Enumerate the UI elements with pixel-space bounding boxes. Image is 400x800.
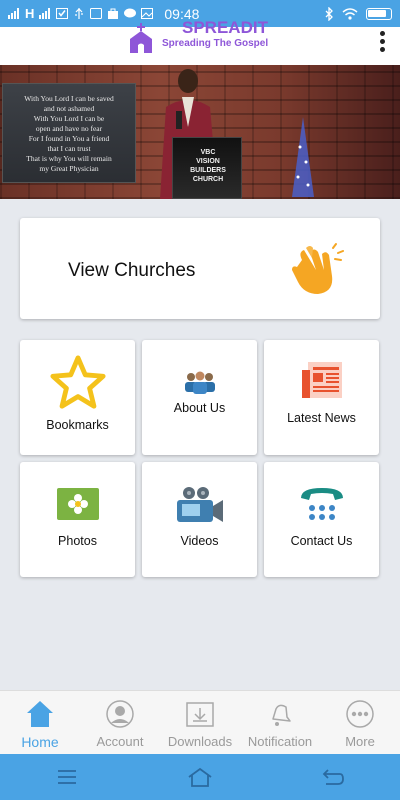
nav-more[interactable]: More xyxy=(320,691,400,754)
newspaper-icon xyxy=(301,362,342,398)
phone-icon xyxy=(300,488,343,520)
pulpit: VBC VISION BUILDERS CHURCH xyxy=(172,137,242,199)
hero-banner: With You Lord I can be saved and not asha… xyxy=(0,65,400,199)
photo-icon xyxy=(56,488,99,520)
nav-home[interactable]: Home xyxy=(0,691,80,754)
nav-account-label: Account xyxy=(96,734,144,749)
nav-account[interactable]: Account xyxy=(80,691,160,754)
star-icon xyxy=(49,355,106,409)
contact-us-tile[interactable]: Contact Us xyxy=(264,462,379,577)
nav-downloads-label: Downloads xyxy=(167,734,233,749)
nav-more-label: More xyxy=(345,734,375,749)
latest-news-tile[interactable]: Latest News xyxy=(264,340,379,455)
app-notification-icon xyxy=(90,8,103,19)
nav-notification[interactable]: Notification xyxy=(240,691,320,754)
checkbox-notification-icon xyxy=(56,8,69,19)
videos-label: Videos xyxy=(180,534,219,548)
clapping-hands-icon xyxy=(292,243,344,294)
app-brand-name: SPREADIT xyxy=(182,18,268,37)
church-icon xyxy=(130,23,152,53)
signal-icon xyxy=(8,8,19,19)
menu-dot xyxy=(379,46,385,52)
projector-screen: With You Lord I can be saved and not asha… xyxy=(2,83,136,183)
videos-tile[interactable]: Videos xyxy=(142,462,257,577)
overflow-menu-button[interactable] xyxy=(376,27,388,55)
nav-home-label: Home xyxy=(21,734,59,750)
about-us-tile[interactable]: About Us xyxy=(142,340,257,455)
nav-downloads[interactable]: Downloads xyxy=(160,691,240,754)
view-churches-card[interactable]: View Churches xyxy=(20,218,380,319)
signal-icon-2 xyxy=(39,8,51,19)
app-tagline: Spreading The Gospel xyxy=(162,38,269,49)
bottom-navigation: Home Account Downloads Notification More xyxy=(0,690,400,754)
battery-icon xyxy=(366,7,392,20)
christmas-tree-icon xyxy=(292,117,314,197)
lyrics-line: That is why You will remain xyxy=(26,154,112,163)
bluetooth-icon xyxy=(325,6,333,21)
latest-news-label: Latest News xyxy=(287,411,356,425)
pulpit-label: VBC VISION BUILDERS CHURCH xyxy=(177,148,239,184)
lyrics-line: open and have no fear xyxy=(35,124,103,133)
wifi-icon xyxy=(342,7,358,20)
video-camera-icon xyxy=(176,487,223,522)
bell-icon xyxy=(272,704,291,726)
pulpit-label-line: VISION xyxy=(196,158,220,165)
bookmarks-tile[interactable]: Bookmarks xyxy=(20,340,135,455)
photos-label: Photos xyxy=(58,534,97,548)
app-header: SPREADIT Spreading The Gospel xyxy=(0,19,400,65)
usb-icon xyxy=(75,8,83,19)
system-navigation-bar xyxy=(0,754,400,800)
lyrics-line: and not ashamed xyxy=(43,104,95,113)
more-icon xyxy=(346,700,374,728)
photos-tile[interactable]: Photos xyxy=(20,462,135,577)
network-type: H xyxy=(25,6,35,21)
image-notification-icon xyxy=(141,8,154,19)
lyrics-line: With You Lord I can be saved xyxy=(24,94,114,103)
home-icon xyxy=(27,701,53,727)
nav-notification-label: Notification xyxy=(247,734,313,749)
home-button-icon[interactable] xyxy=(187,766,213,788)
app-logo: SPREADIT Spreading The Gospel xyxy=(126,18,269,55)
group-icon xyxy=(184,371,215,394)
menu-dot xyxy=(379,38,385,44)
back-icon[interactable] xyxy=(320,766,346,788)
contact-us-label: Contact Us xyxy=(290,534,353,548)
lyrics-text: With You Lord I can be saved and not asha… xyxy=(7,94,131,182)
lyrics-line: With You Lord I can be xyxy=(33,114,105,123)
message-icon xyxy=(124,8,137,18)
menu-icon[interactable] xyxy=(54,766,80,788)
pulpit-label-line: CHURCH xyxy=(192,176,224,183)
bookmarks-label: Bookmarks xyxy=(46,418,109,432)
view-churches-label: View Churches xyxy=(68,260,196,281)
lyrics-line: For I found in You a friend xyxy=(28,134,110,143)
pulpit-label-line: BUILDERS xyxy=(190,167,226,174)
menu-dot xyxy=(379,30,385,36)
pulpit-label-line: VBC xyxy=(200,149,216,156)
lyrics-line: my Great Physician xyxy=(39,164,99,173)
downloads-icon xyxy=(186,702,214,727)
account-icon xyxy=(106,700,134,728)
bag-icon xyxy=(108,8,119,19)
about-us-label: About Us xyxy=(173,401,226,415)
lyrics-line: that I can trust xyxy=(47,144,91,153)
